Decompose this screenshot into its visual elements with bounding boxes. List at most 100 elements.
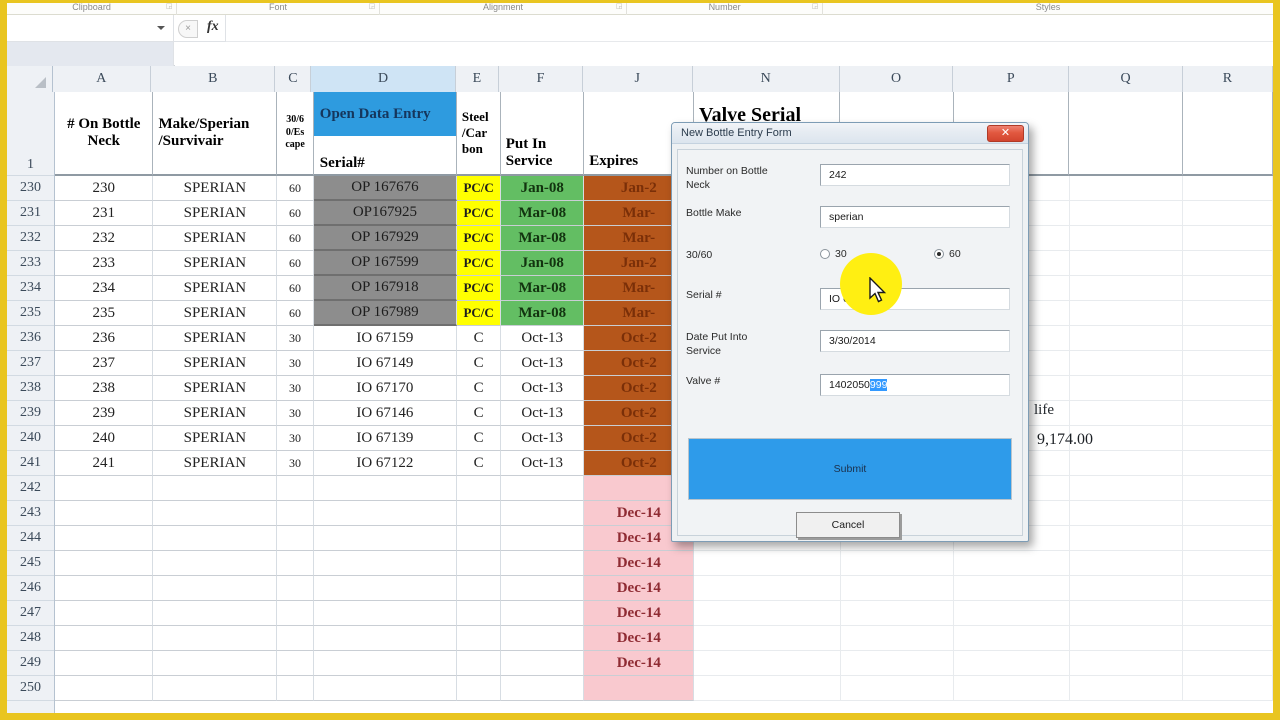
cell-c[interactable] bbox=[277, 601, 314, 626]
cell-f[interactable]: Mar-08 bbox=[501, 226, 585, 251]
cell-q[interactable] bbox=[1069, 301, 1183, 326]
cell-d[interactable] bbox=[313, 501, 458, 526]
cell-e[interactable]: C bbox=[457, 326, 502, 351]
cell-c[interactable]: 30 bbox=[277, 351, 314, 376]
cell-r[interactable] bbox=[1183, 301, 1273, 326]
cell-f[interactable]: Jan-08 bbox=[501, 176, 585, 201]
cell-c[interactable]: 30 bbox=[277, 451, 314, 476]
cell-f[interactable] bbox=[501, 576, 585, 601]
cell-r[interactable] bbox=[1183, 376, 1273, 401]
row-header-243[interactable]: 243 bbox=[7, 501, 54, 526]
cell-a[interactable]: 237 bbox=[55, 351, 154, 376]
chevron-down-icon[interactable] bbox=[157, 26, 165, 30]
cell-a[interactable] bbox=[55, 651, 154, 676]
cell-a[interactable] bbox=[55, 676, 154, 701]
cell-c[interactable] bbox=[277, 526, 314, 551]
cell-f[interactable] bbox=[501, 601, 585, 626]
cell-b[interactable] bbox=[153, 501, 278, 526]
row-header-241[interactable]: 241 bbox=[7, 451, 54, 476]
header-cell-b[interactable]: Make/Sperian/Survivair bbox=[153, 92, 278, 176]
cell-f[interactable] bbox=[501, 551, 585, 576]
cell-r[interactable] bbox=[1183, 251, 1273, 276]
cell-d[interactable] bbox=[313, 551, 458, 576]
radio-option-60[interactable]: 60 bbox=[934, 248, 961, 260]
cell-f[interactable] bbox=[501, 476, 585, 501]
cell-c[interactable]: 60 bbox=[277, 251, 314, 276]
cell-f[interactable]: Jan-08 bbox=[501, 251, 585, 276]
cell-b[interactable] bbox=[153, 576, 278, 601]
cell-b[interactable]: SPERIAN bbox=[153, 351, 278, 376]
cell-d[interactable]: IO 67170 bbox=[313, 376, 458, 401]
cell-a[interactable]: 241 bbox=[55, 451, 154, 476]
cell-e[interactable]: PC/C bbox=[457, 301, 502, 326]
cell-q[interactable] bbox=[1069, 376, 1183, 401]
cell-j[interactable]: Dec-14 bbox=[584, 551, 695, 576]
cell-j[interactable] bbox=[584, 676, 695, 701]
insert-function-icon[interactable]: fx bbox=[207, 19, 219, 35]
cell-e[interactable] bbox=[457, 626, 502, 651]
cell-b[interactable]: SPERIAN bbox=[153, 276, 278, 301]
cell-c[interactable] bbox=[277, 501, 314, 526]
row-header-233[interactable]: 233 bbox=[7, 251, 54, 276]
cell-j[interactable]: Dec-14 bbox=[584, 651, 695, 676]
cell-q[interactable] bbox=[1069, 176, 1183, 201]
row-header-246[interactable]: 246 bbox=[7, 576, 54, 601]
row-header-238[interactable]: 238 bbox=[7, 376, 54, 401]
cell-d[interactable]: IO 67139 bbox=[313, 426, 458, 451]
serial-number-input[interactable]: IO 67555 bbox=[820, 288, 1010, 310]
cell-n[interactable] bbox=[694, 651, 841, 676]
cell-f[interactable] bbox=[501, 676, 585, 701]
cell-q[interactable] bbox=[1069, 476, 1183, 501]
cell-c[interactable] bbox=[277, 651, 314, 676]
column-header-j[interactable]: J bbox=[582, 66, 693, 92]
cell-r[interactable] bbox=[1183, 351, 1273, 376]
cell-e[interactable]: C bbox=[457, 401, 502, 426]
cell-p[interactable] bbox=[954, 551, 1070, 576]
cell-e[interactable] bbox=[457, 551, 502, 576]
cell-d[interactable] bbox=[313, 601, 458, 626]
cell-r[interactable] bbox=[1183, 626, 1273, 651]
header-cell-r[interactable] bbox=[1182, 92, 1273, 176]
row-header-245[interactable]: 245 bbox=[7, 551, 54, 576]
cell-r[interactable] bbox=[1183, 226, 1273, 251]
radio-option-30[interactable]: 30 bbox=[820, 248, 847, 260]
row-header-240[interactable]: 240 bbox=[7, 426, 54, 451]
cell-r[interactable] bbox=[1183, 276, 1273, 301]
header-cell-e[interactable]: Steel/Car bon bbox=[456, 92, 501, 176]
cell-q[interactable] bbox=[1069, 351, 1183, 376]
cell-b[interactable] bbox=[153, 526, 278, 551]
cell-a[interactable] bbox=[55, 501, 154, 526]
cell-f[interactable]: Oct-13 bbox=[501, 326, 585, 351]
cell-b[interactable] bbox=[153, 651, 278, 676]
cell-q[interactable] bbox=[1069, 626, 1183, 651]
cell-c[interactable]: 60 bbox=[277, 176, 314, 201]
cell-a[interactable]: 233 bbox=[55, 251, 154, 276]
cell-c[interactable] bbox=[277, 626, 314, 651]
cell-f[interactable]: Oct-13 bbox=[501, 401, 585, 426]
header-cell-f[interactable]: Put In Service bbox=[500, 92, 585, 176]
cell-a[interactable]: 239 bbox=[55, 401, 154, 426]
column-header-a[interactable]: A bbox=[52, 66, 152, 92]
cell-e[interactable]: PC/C bbox=[457, 251, 502, 276]
cell-d[interactable]: IO 67149 bbox=[313, 351, 458, 376]
cell-r[interactable] bbox=[1183, 476, 1273, 501]
cancel-button[interactable]: Cancel bbox=[796, 512, 900, 538]
header-cell-c[interactable]: 30/6 0/Es cape bbox=[277, 92, 314, 176]
cell-q[interactable] bbox=[1069, 526, 1183, 551]
cell-d[interactable] bbox=[313, 676, 458, 701]
cell-b[interactable]: SPERIAN bbox=[153, 401, 278, 426]
cell-e[interactable]: C bbox=[457, 376, 502, 401]
column-header-q[interactable]: Q bbox=[1069, 66, 1183, 92]
dialog-launcher-icon[interactable]: ◲ bbox=[811, 3, 819, 11]
cell-r[interactable] bbox=[1183, 576, 1273, 601]
cell-d[interactable]: OP 167989 bbox=[313, 301, 458, 326]
cell-b[interactable]: SPERIAN bbox=[153, 176, 278, 201]
cell-p[interactable] bbox=[954, 576, 1070, 601]
cell-c[interactable]: 30 bbox=[277, 401, 314, 426]
cell-f[interactable] bbox=[501, 501, 585, 526]
cell-c[interactable]: 30 bbox=[277, 376, 314, 401]
cell-b[interactable]: SPERIAN bbox=[153, 451, 278, 476]
cell-e[interactable] bbox=[457, 676, 502, 701]
header-cell-a[interactable]: # On Bottle Neck bbox=[55, 92, 154, 176]
cell-a[interactable]: 240 bbox=[55, 426, 154, 451]
